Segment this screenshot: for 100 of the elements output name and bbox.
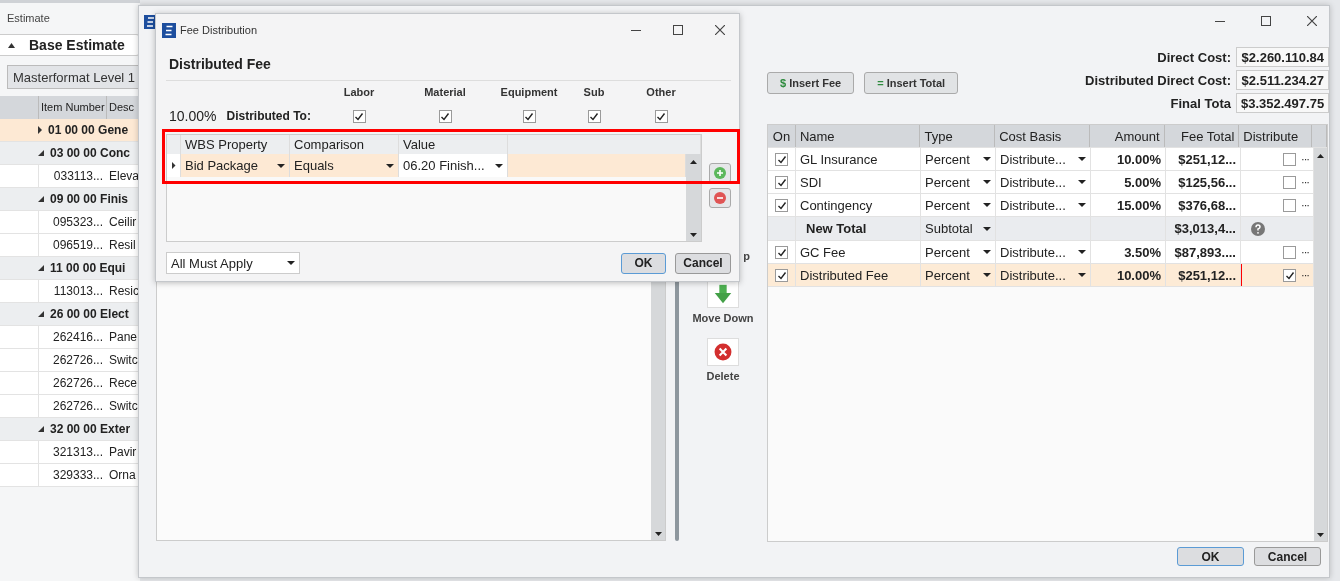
group-label: 26 00 00 Elect: [50, 307, 129, 321]
group-row[interactable]: 01 00 00 Gene: [0, 119, 140, 141]
checkbox[interactable]: [775, 245, 788, 259]
checkbox[interactable]: [1283, 152, 1296, 166]
comparison-dropdown[interactable]: Equals: [290, 154, 399, 177]
cost-basis-dropdown[interactable]: Distribute...: [996, 171, 1091, 193]
caret-icon: [983, 180, 991, 184]
scroll-down-icon: [1317, 533, 1324, 537]
maximize-icon: [673, 25, 683, 35]
group-row[interactable]: 03 00 00 Conc: [0, 142, 140, 164]
checkbox[interactable]: [775, 198, 788, 212]
checkbox[interactable]: [1283, 245, 1296, 259]
dialog-heading: Distributed Fee: [166, 46, 731, 81]
table-cell-text: Ceilir: [108, 214, 138, 231]
checkbox[interactable]: [1283, 175, 1296, 189]
check-icon: [589, 111, 599, 121]
table-cell: GC Fee: [796, 241, 921, 263]
type-dropdown[interactable]: Percent: [921, 148, 996, 170]
column-header[interactable]: Cost Basis: [995, 125, 1090, 147]
cost-basis-dropdown[interactable]: Distribute...: [996, 264, 1091, 286]
table-cell: Distributed Fee: [796, 264, 921, 286]
insert-button[interactable]: $ Insert Fee: [767, 72, 855, 94]
ok-button[interactable]: OK: [1177, 547, 1244, 566]
insert-button[interactable]: = Insert Total: [864, 72, 959, 94]
column-header[interactable]: On: [768, 125, 796, 147]
table-cell-text: Eleva: [108, 168, 141, 185]
type-dropdown[interactable]: Percent: [921, 241, 996, 263]
button-label[interactable]: Move Down: [692, 312, 754, 324]
column-header[interactable]: Amount: [1089, 125, 1165, 147]
minimize-icon: [1215, 20, 1225, 22]
column-header[interactable]: Name: [795, 125, 921, 147]
checkbox[interactable]: [587, 109, 601, 123]
column-header[interactable]: Distribute: [1239, 125, 1313, 147]
type-dropdown[interactable]: Percent: [921, 194, 996, 216]
caret-icon: [1078, 203, 1086, 207]
property-dropdown[interactable]: Bid Package: [181, 154, 290, 177]
table-cell: SDI: [796, 171, 921, 193]
check-icon: [1284, 270, 1295, 280]
check-icon: [776, 154, 787, 164]
group-label: 03 00 00 Conc: [50, 146, 131, 160]
grouping-dropdown[interactable]: Masterformat Level 1: [7, 65, 140, 89]
scroll-up-icon: [690, 160, 697, 164]
match-mode-dropdown[interactable]: All Must Apply: [166, 252, 300, 274]
more-button[interactable]: ···: [1301, 176, 1309, 188]
checkbox[interactable]: [522, 109, 536, 123]
group-row[interactable]: 32 00 00 Exter: [0, 418, 140, 440]
more-button[interactable]: ···: [1301, 153, 1309, 165]
category-label: Equipment: [500, 86, 558, 98]
scrollbar[interactable]: [1314, 148, 1327, 541]
cost-basis-dropdown[interactable]: Distribute...: [996, 148, 1091, 170]
type-dropdown[interactable]: Percent: [921, 264, 996, 286]
more-button[interactable]: ···: [1301, 246, 1309, 258]
group-row[interactable]: 26 00 00 Elect: [0, 303, 140, 325]
table-cell: 095323...: [38, 211, 106, 233]
close-icon: [1307, 16, 1317, 26]
cost-basis-dropdown[interactable]: Distribute...: [996, 241, 1091, 263]
remove-button[interactable]: [709, 188, 731, 208]
column-header[interactable]: Fee Total: [1164, 125, 1240, 147]
category-label: Sub: [583, 86, 605, 98]
cost-basis-dropdown[interactable]: Distribute...: [996, 194, 1091, 216]
expanded-icon: [38, 196, 44, 202]
cancel-button[interactable]: Cancel: [675, 252, 731, 274]
more-button[interactable]: ···: [1301, 269, 1309, 281]
cancel-button[interactable]: Cancel: [1254, 547, 1321, 566]
type-dropdown[interactable]: Subtotal: [921, 217, 996, 240]
scroll-down-icon: [654, 532, 662, 536]
column-header[interactable]: Type: [920, 125, 996, 147]
table-cell: 033113...: [38, 165, 106, 187]
group-row[interactable]: 11 00 00 Equi: [0, 257, 140, 279]
checkbox[interactable]: [352, 109, 366, 123]
section-title: Base Estimate: [29, 37, 125, 53]
checkbox[interactable]: [775, 175, 788, 189]
caret-icon: [983, 273, 991, 277]
ok-button[interactable]: OK: [621, 252, 666, 274]
checkbox[interactable]: [775, 268, 788, 282]
value-dropdown[interactable]: 06.20 Finish...: [399, 154, 508, 177]
type-dropdown[interactable]: Percent: [921, 171, 996, 193]
table-cell: 262726...: [38, 372, 106, 394]
group-row[interactable]: 09 00 00 Finis: [0, 188, 140, 210]
table-cell-text: Rece: [108, 375, 138, 392]
group-label: 32 00 00 Exter: [50, 422, 131, 436]
app-icon: [162, 22, 176, 38]
more-button[interactable]: ···: [1301, 199, 1309, 211]
cost-label: Final Tota: [1170, 95, 1231, 111]
checkbox[interactable]: [1283, 268, 1296, 282]
checkbox[interactable]: [1283, 198, 1296, 212]
scrollbar[interactable]: [686, 154, 701, 241]
checkbox[interactable]: [438, 109, 452, 123]
checkbox[interactable]: [775, 152, 788, 166]
checkbox[interactable]: [654, 109, 668, 123]
add-button[interactable]: [709, 163, 731, 183]
button-label[interactable]: p: [743, 250, 750, 262]
table-cell: 10.00%: [1091, 264, 1166, 286]
section-header[interactable]: Base Estimate: [0, 34, 140, 56]
table-cell-text: Switc: [108, 398, 139, 415]
caret-icon: [983, 203, 991, 207]
table-cell-text: Orna: [108, 467, 137, 484]
cost-value: $2.511.234.27: [1236, 70, 1329, 90]
caret-icon: [1078, 250, 1086, 254]
button-label[interactable]: Delete: [706, 370, 740, 382]
